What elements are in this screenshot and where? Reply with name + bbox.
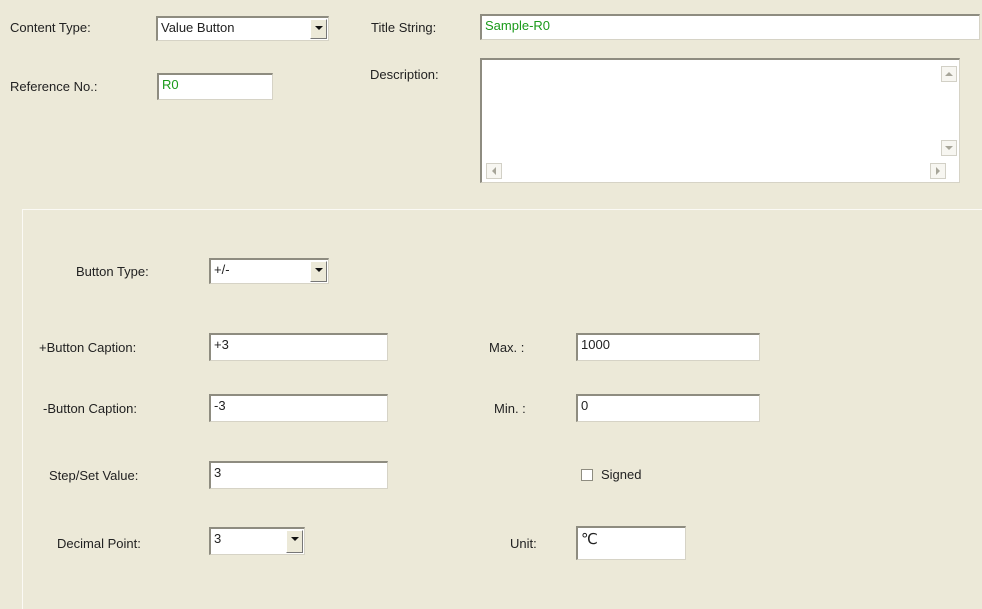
reference-no-label: Reference No.: xyxy=(10,79,98,94)
scroll-right-button[interactable] xyxy=(930,163,946,179)
scroll-down-button[interactable] xyxy=(941,140,957,156)
decimal-point-select[interactable]: 3 xyxy=(209,527,305,555)
title-string-input[interactable]: Sample-R0 xyxy=(480,14,980,40)
button-type-dropdown-button[interactable] xyxy=(310,261,327,282)
decimal-point-dropdown-button[interactable] xyxy=(286,530,303,553)
unit-input[interactable]: ℃ xyxy=(576,526,686,560)
min-input[interactable]: 0 xyxy=(576,394,760,422)
minus-caption-input[interactable]: -3 xyxy=(209,394,388,422)
button-type-value: +/- xyxy=(214,262,230,277)
max-label: Max. : xyxy=(489,340,525,355)
signed-label: Signed xyxy=(601,467,642,482)
decimal-point-value: 3 xyxy=(214,531,222,546)
chevron-up-icon xyxy=(945,72,953,76)
chevron-down-icon xyxy=(315,26,323,30)
content-type-label: Content Type: xyxy=(10,20,91,35)
chevron-down-icon xyxy=(291,537,299,541)
step-value-input[interactable]: 3 xyxy=(209,461,388,489)
signed-checkbox[interactable] xyxy=(581,469,593,481)
decimal-point-label: Decimal Point: xyxy=(57,536,141,551)
unit-label: Unit: xyxy=(510,536,537,551)
reference-no-input[interactable]: R0 xyxy=(157,73,273,100)
minus-caption-label: -Button Caption: xyxy=(43,401,137,416)
description-textarea[interactable] xyxy=(480,58,960,183)
chevron-down-icon xyxy=(315,268,323,272)
step-value-label: Step/Set Value: xyxy=(49,468,139,483)
button-type-select[interactable]: +/- xyxy=(209,258,329,284)
button-type-label: Button Type: xyxy=(76,264,149,279)
scroll-left-button[interactable] xyxy=(486,163,502,179)
chevron-left-icon xyxy=(492,167,496,175)
plus-caption-label: +Button Caption: xyxy=(39,340,137,355)
description-label: Description: xyxy=(370,67,439,82)
content-type-select[interactable]: Value Button xyxy=(156,16,329,41)
max-input[interactable]: 1000 xyxy=(576,333,760,361)
chevron-right-icon xyxy=(936,167,940,175)
plus-caption-input[interactable]: +3 xyxy=(209,333,388,361)
scroll-up-button[interactable] xyxy=(941,66,957,82)
content-type-value: Value Button xyxy=(161,20,235,35)
min-label: Min. : xyxy=(494,401,526,416)
chevron-down-icon xyxy=(945,146,953,150)
title-string-label: Title String: xyxy=(371,20,437,35)
content-type-dropdown-button[interactable] xyxy=(310,19,327,39)
